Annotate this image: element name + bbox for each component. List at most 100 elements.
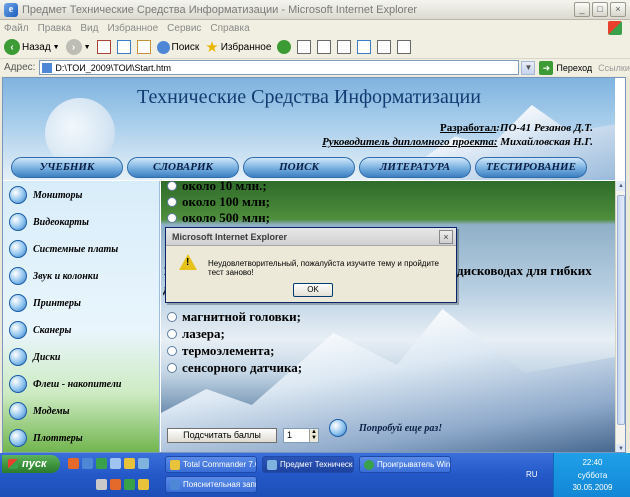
menu-favorites[interactable]: Избранное [107, 23, 158, 34]
back-button[interactable]: ‹ Назад ▼ [4, 39, 60, 55]
answer-option[interactable]: магнитной головки; [167, 309, 301, 325]
history-icon[interactable] [277, 40, 292, 54]
search-button[interactable]: Поиск [156, 40, 199, 54]
prev-option[interactable]: около 100 млн; [167, 194, 270, 210]
nav-glossary[interactable]: СЛОВАРИК [127, 157, 239, 178]
radio-button[interactable] [167, 197, 177, 207]
sidebar-item-videocards[interactable]: Видеокарты [9, 210, 159, 234]
menu-view[interactable]: Вид [80, 23, 98, 34]
quicklaunch-icon[interactable] [138, 479, 149, 490]
sidebar-item-scanners[interactable]: Сканеры [9, 318, 159, 342]
retry-link[interactable]: Попробуй еще раз! [329, 419, 442, 437]
sidebar-item-plotters[interactable]: Плоттеры [9, 426, 159, 450]
bullet-icon [329, 419, 347, 437]
task-total-commander[interactable]: Total Commander 7.0... [165, 456, 257, 473]
sidebar-item-label: Сканеры [33, 324, 72, 336]
radio-button[interactable] [167, 363, 177, 373]
menu-help[interactable]: Справка [210, 23, 249, 34]
radio-button[interactable] [167, 329, 177, 339]
scroll-up-icon[interactable]: ▲ [616, 181, 625, 191]
nav-testing[interactable]: ТЕСТИРОВАНИЕ [475, 157, 587, 178]
sidebar-item-monitors[interactable]: Мониторы [9, 183, 159, 207]
sidebar-item-modems[interactable]: Модемы [9, 399, 159, 423]
edit-icon[interactable] [337, 40, 352, 54]
address-label: Адрес: [4, 62, 36, 73]
sidebar-item-label: Диски [33, 351, 61, 363]
scroll-thumb[interactable] [617, 195, 625, 425]
warning-icon [179, 254, 197, 270]
quicklaunch-icon[interactable] [110, 458, 121, 469]
bullet-icon [9, 240, 27, 258]
links-button[interactable]: Ссылки [598, 63, 630, 73]
radio-button[interactable] [167, 346, 177, 356]
radio-button[interactable] [167, 181, 177, 191]
quicklaunch-icon[interactable] [82, 458, 93, 469]
favorites-label: Избранное [220, 41, 272, 53]
menu-edit[interactable]: Правка [38, 23, 72, 34]
menu-file[interactable]: Файл [4, 23, 29, 34]
quicklaunch-icon[interactable] [110, 479, 121, 490]
sidebar-item-sound[interactable]: Звук и колонки [9, 264, 159, 288]
research-icon[interactable] [397, 40, 412, 54]
task-internet-explorer[interactable]: Предмет Технически... [262, 456, 354, 473]
discuss-icon[interactable] [357, 40, 372, 54]
prev-option[interactable]: около 500 млн; [167, 210, 270, 226]
prev-option[interactable]: около 10 млн.; [167, 181, 267, 194]
mail-icon[interactable] [297, 40, 312, 54]
go-button[interactable]: ➜ Переход [539, 60, 592, 75]
author-label: Разработал [439, 122, 497, 134]
print-icon[interactable] [317, 40, 332, 54]
sidebar-item-flash[interactable]: Флеш - накопители [9, 372, 159, 396]
quicklaunch-icon[interactable] [138, 458, 149, 469]
nav-textbook[interactable]: УЧЕБНИК [11, 157, 123, 178]
bullet-icon [9, 294, 27, 312]
maximize-button[interactable]: □ [592, 2, 608, 17]
sidebar-item-motherboards[interactable]: Системные платы [9, 237, 159, 261]
quicklaunch-icon[interactable] [68, 458, 79, 469]
language-indicator[interactable]: RU [526, 470, 538, 479]
ok-button[interactable]: OK [293, 283, 333, 297]
bullet-icon [9, 213, 27, 231]
menu-tools[interactable]: Сервис [167, 23, 201, 34]
menu-bar: Файл Правка Вид Избранное Сервис Справка [0, 20, 630, 36]
sidebar: Мониторы Видеокарты Системные платы Звук… [3, 181, 160, 452]
option-label: около 500 млн; [182, 210, 270, 225]
quicklaunch-icon[interactable] [96, 458, 107, 469]
task-media-player[interactable]: Проигрыватель Win... [359, 456, 451, 473]
nav-search[interactable]: ПОИСК [243, 157, 355, 178]
window-titlebar: e Предмет Технические Средства Информати… [0, 0, 630, 20]
messenger-icon[interactable] [377, 40, 392, 54]
radio-button[interactable] [167, 312, 177, 322]
quicklaunch-icon[interactable] [124, 458, 135, 469]
quicklaunch-icon[interactable] [124, 479, 135, 490]
spinner-icon[interactable]: ▲ ▼ [309, 429, 318, 442]
refresh-icon[interactable] [116, 40, 131, 54]
sidebar-item-printers[interactable]: Принтеры [9, 291, 159, 315]
minimize-button[interactable]: _ [574, 2, 590, 17]
close-button[interactable]: × [610, 2, 626, 17]
chevron-down-icon: ▼ [83, 43, 91, 51]
start-button[interactable]: пуск [2, 455, 60, 473]
sidebar-item-disks[interactable]: Диски [9, 345, 159, 369]
quicklaunch-icon[interactable] [96, 479, 107, 490]
home-icon[interactable] [136, 40, 151, 54]
calculate-score-button[interactable]: Подсчитать баллы [167, 428, 277, 443]
answer-option[interactable]: сенсорного датчика; [167, 360, 302, 376]
dialog-close-button[interactable]: × [439, 230, 453, 244]
search-icon [156, 40, 170, 54]
address-input[interactable]: D:\TOИ_2009\TOИ\Start.htm [39, 60, 520, 75]
sidebar-item-label: Принтеры [33, 297, 81, 309]
address-dropdown-icon[interactable]: ▼ [521, 60, 536, 75]
answer-option[interactable]: лазера; [167, 326, 225, 342]
stop-icon[interactable] [96, 40, 111, 54]
vertical-scrollbar[interactable]: ▲ ▼ [615, 181, 625, 452]
radio-button[interactable] [167, 213, 177, 223]
author-value: :ПО-41 Резанов Д.Т. [496, 122, 593, 134]
answer-option[interactable]: термоэлемента; [167, 343, 274, 359]
score-input[interactable]: 1 ▲ ▼ [283, 428, 319, 443]
task-word-document[interactable]: Пояснительная запи... [165, 476, 257, 493]
favorites-button[interactable]: ★ Избранное [205, 40, 271, 55]
forward-button[interactable]: › ▼ [65, 39, 91, 55]
nav-literature[interactable]: ЛИТЕРАТУРА [359, 157, 471, 178]
scroll-down-icon[interactable]: ▼ [616, 444, 625, 452]
